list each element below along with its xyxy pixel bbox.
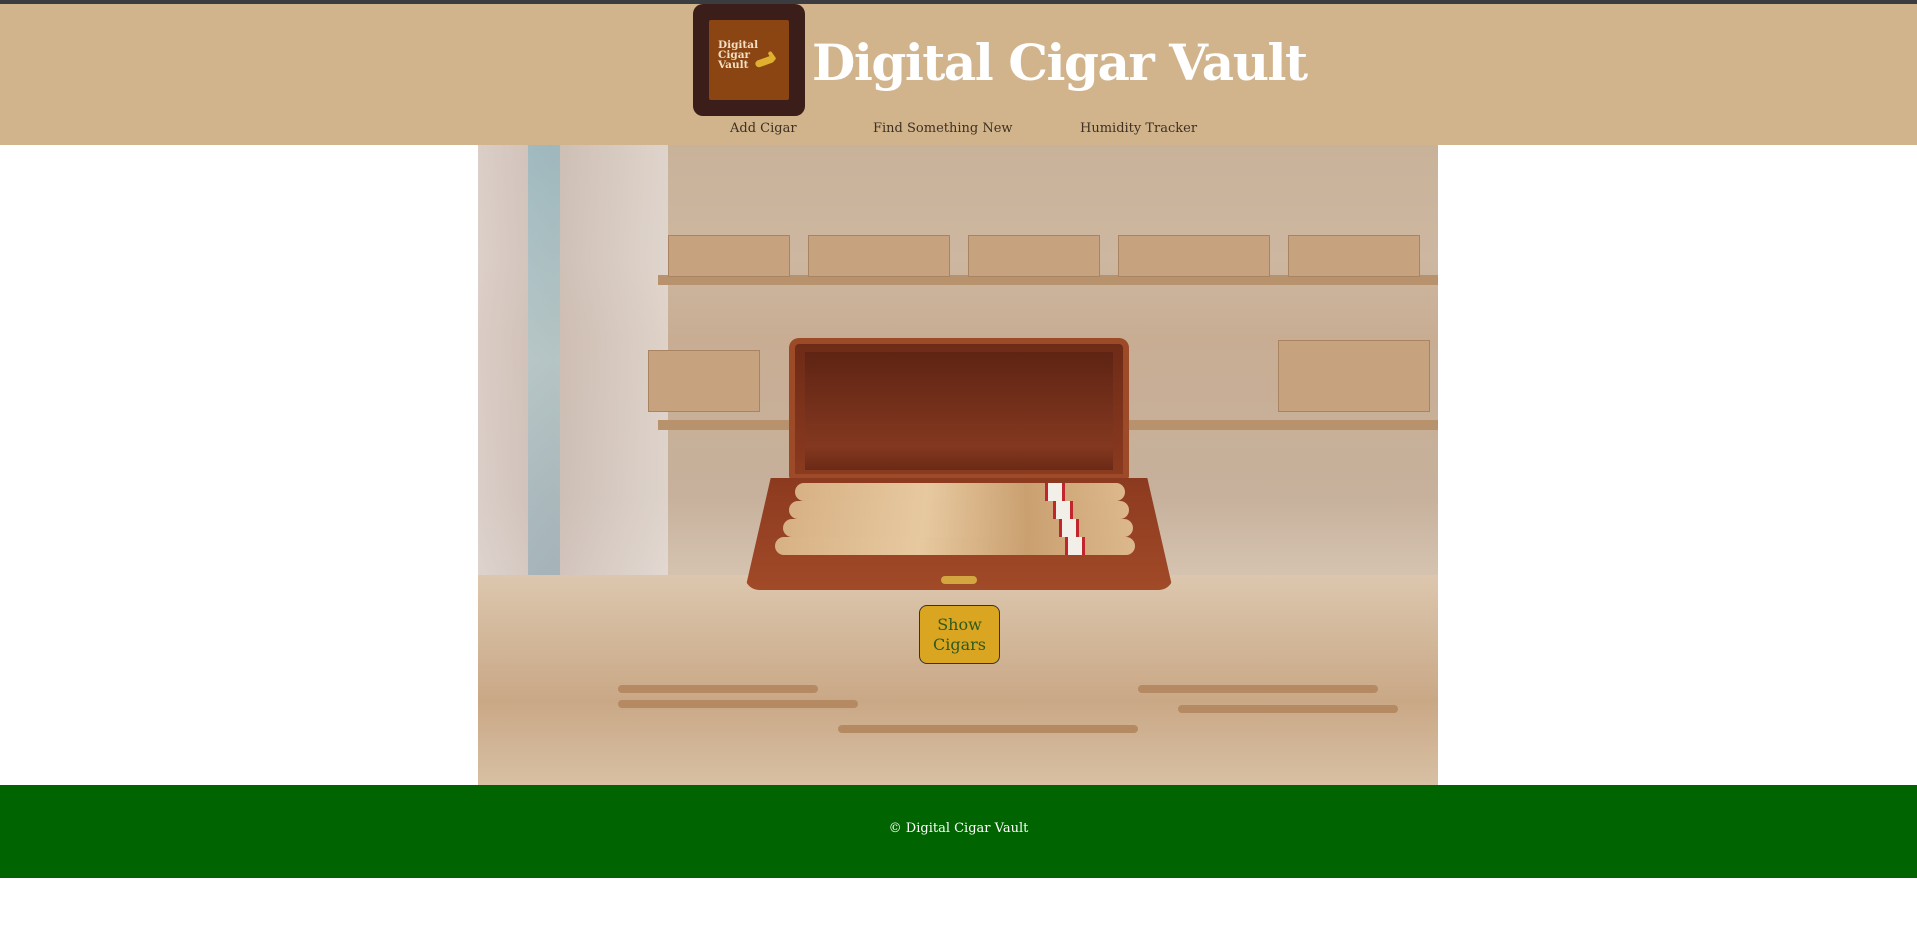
hero-cigar-box <box>648 350 760 412</box>
site-title: Digital Cigar Vault <box>812 33 1308 92</box>
nav-find-something-new[interactable]: Find Something New <box>873 121 1013 136</box>
hero-cigar-pile <box>838 725 1138 733</box>
cigar-band <box>1053 501 1073 519</box>
cigar <box>783 519 1133 537</box>
footer-copyright: © Digital Cigar Vault <box>888 821 1029 836</box>
cigar <box>789 501 1129 519</box>
hero-cigar-pile <box>618 685 818 693</box>
logo[interactable]: Digital Cigar Vault <box>693 4 805 116</box>
hero-cigar-box <box>1288 235 1420 277</box>
cigar-case-lid <box>789 338 1129 480</box>
hero-cigar-pile <box>618 700 858 708</box>
hero-door <box>478 145 668 575</box>
hero-hanging-display <box>528 145 560 575</box>
hero-cigar-box <box>1278 340 1430 412</box>
site-footer: © Digital Cigar Vault <box>0 785 1917 878</box>
logo-badge: Digital Cigar Vault <box>709 20 789 100</box>
nav-add-cigar[interactable]: Add Cigar <box>730 121 797 136</box>
hero-cigar-pile <box>1178 705 1398 713</box>
show-cigars-button[interactable]: Show Cigars <box>919 605 1000 664</box>
hero-cigar-box <box>808 235 950 277</box>
cigar <box>795 483 1125 501</box>
hero-cigar-box <box>1118 235 1270 277</box>
hero-cigar-pile <box>1138 685 1378 693</box>
hero-cigar-box <box>668 235 790 277</box>
cigar-case-clasp <box>941 576 977 584</box>
cigar-band <box>1065 537 1085 555</box>
hero-cigar-box <box>968 235 1100 277</box>
nav-humidity-tracker[interactable]: Humidity Tracker <box>1080 121 1197 136</box>
cigar-band <box>1045 483 1065 501</box>
site-header: Digital Cigar Vault Digital Cigar Vault … <box>0 4 1917 145</box>
cigar-case-lid-inner <box>805 352 1113 470</box>
cigar-case-image <box>745 338 1173 590</box>
cigar-band <box>1059 519 1079 537</box>
